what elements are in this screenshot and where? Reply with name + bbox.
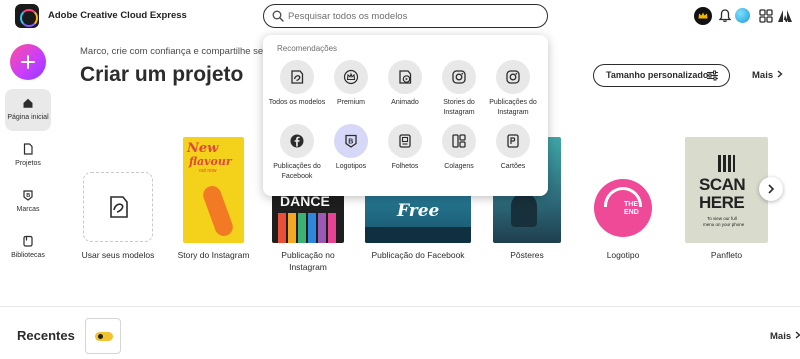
sidebar-item-label: Bibliotecas xyxy=(11,252,45,259)
chevron-right-icon xyxy=(795,331,800,339)
your-templates-thumbnail xyxy=(83,172,153,242)
sidebar-item-home[interactable]: Página inicial xyxy=(5,89,51,131)
template-card-label: Logotipo xyxy=(606,250,640,260)
thumb-text: out now xyxy=(199,168,217,174)
search-recommendations-dropdown: Recomendações Todos os modelos Premium A… xyxy=(263,35,548,196)
chevron-right-icon xyxy=(768,184,775,194)
library-icon xyxy=(23,235,33,247)
sidebar-item-brands[interactable]: B Marcas xyxy=(5,181,51,223)
bell-icon[interactable] xyxy=(716,7,734,25)
instagram-icon xyxy=(452,70,466,84)
avatar[interactable] xyxy=(735,8,750,23)
crown-icon xyxy=(343,69,359,85)
sidebar: Página inicial Projetos B Marcas Bibliot… xyxy=(0,34,56,359)
flyer-thumbnail: SCAN HERE To view our full menu on your … xyxy=(685,137,768,243)
sidebar-item-label: Marcas xyxy=(16,206,40,213)
thumb-text: SCAN xyxy=(699,175,746,194)
sidebar-item-libraries[interactable]: Bibliotecas xyxy=(5,227,51,269)
recommendation-label: Premium xyxy=(336,99,365,106)
templates-icon xyxy=(291,70,304,84)
home-icon xyxy=(23,98,33,108)
thumb-text: END xyxy=(624,209,639,216)
thumb-text: To view our full xyxy=(707,216,737,221)
more-recents-link[interactable]: Mais xyxy=(770,331,800,342)
custom-size-button[interactable]: Tamanho personalizado xyxy=(593,64,730,87)
thumb-text: Free xyxy=(397,201,440,221)
recommendation-label: Stories do Instagram xyxy=(443,99,475,116)
template-card-label: Story do Instagram xyxy=(177,250,250,260)
template-card-label: Publicação do Facebook xyxy=(371,250,465,260)
thumb-text: flavour xyxy=(189,155,232,168)
card-icon xyxy=(507,134,519,148)
recommendation-label: Logotipos xyxy=(335,163,367,170)
file-icon xyxy=(23,143,33,155)
search-input[interactable] xyxy=(288,8,538,24)
facebook-icon xyxy=(290,134,304,148)
flyer-icon xyxy=(399,134,411,148)
sliders-icon xyxy=(707,70,718,81)
svg-text:B: B xyxy=(26,193,30,199)
popsicle-shape xyxy=(200,183,236,239)
thumb-text: menu on your phone xyxy=(703,222,745,227)
instagram-story-thumbnail: New flavour out now xyxy=(183,137,244,243)
premium-crown-button[interactable] xyxy=(694,7,712,25)
thumb-text: THE xyxy=(624,201,638,208)
templates-icon xyxy=(110,196,128,218)
recommendation-label: Folhetos xyxy=(391,163,419,170)
recommendation-label: Publicações do Instagram xyxy=(489,99,537,116)
collage-icon xyxy=(452,134,466,148)
cc-express-logo-icon[interactable] xyxy=(15,4,39,28)
app-title: Adobe Creative Cloud Express xyxy=(48,10,187,21)
recommendations-title: Recomendações xyxy=(277,44,338,53)
qr-code-icon xyxy=(718,155,735,172)
create-new-button[interactable] xyxy=(10,44,46,80)
animated-icon xyxy=(399,70,412,84)
more-templates-link[interactable]: Mais xyxy=(752,70,783,81)
sidebar-item-label: Projetos xyxy=(15,160,41,167)
search-bar[interactable] xyxy=(263,4,548,28)
template-card-label: Usar seus modelos xyxy=(81,250,155,260)
logo-thumbnail: THE END xyxy=(588,173,658,243)
sidebar-item-label: Página inicial xyxy=(7,114,49,121)
svg-text:B: B xyxy=(348,139,353,146)
thumb-text: New xyxy=(187,141,219,156)
more-label: Mais xyxy=(770,331,792,342)
search-icon xyxy=(272,10,284,22)
recommendation-label: Todos os modelos xyxy=(268,99,326,106)
section-divider xyxy=(0,306,800,307)
adobe-logo-icon[interactable] xyxy=(776,7,794,25)
brand-icon: B xyxy=(23,190,33,201)
carousel-next-button[interactable] xyxy=(759,177,783,201)
apps-grid-icon[interactable] xyxy=(757,7,775,25)
chevron-right-icon xyxy=(777,70,783,78)
recents-title: Recentes xyxy=(17,328,75,343)
recommendation-label: Colagens xyxy=(444,163,474,170)
sidebar-item-projects[interactable]: Projetos xyxy=(5,135,51,177)
instagram-icon xyxy=(506,70,520,84)
recommendation-label: Cartões xyxy=(500,163,526,170)
template-card-label: Panfleto xyxy=(710,250,743,260)
top-bar: Adobe Creative Cloud Express xyxy=(0,0,800,34)
more-label: Mais xyxy=(752,70,774,81)
logo-b-icon: B xyxy=(345,134,357,148)
thumb-text: HERE xyxy=(699,193,745,212)
page-title: Criar um projeto xyxy=(80,63,244,86)
template-card-label: Pôsteres xyxy=(510,250,544,260)
recommendation-label: Animado xyxy=(391,99,419,106)
custom-size-label: Tamanho personalizado xyxy=(606,70,709,80)
crown-icon xyxy=(698,12,708,19)
recommendation-label: Publicações do Facebook xyxy=(273,163,321,180)
recent-project-thumbnail[interactable] xyxy=(85,318,121,354)
greeting-text: Marco, crie com confiança e compartilhe … xyxy=(80,46,282,57)
template-card-label: Publicação no Instagram xyxy=(281,250,335,272)
